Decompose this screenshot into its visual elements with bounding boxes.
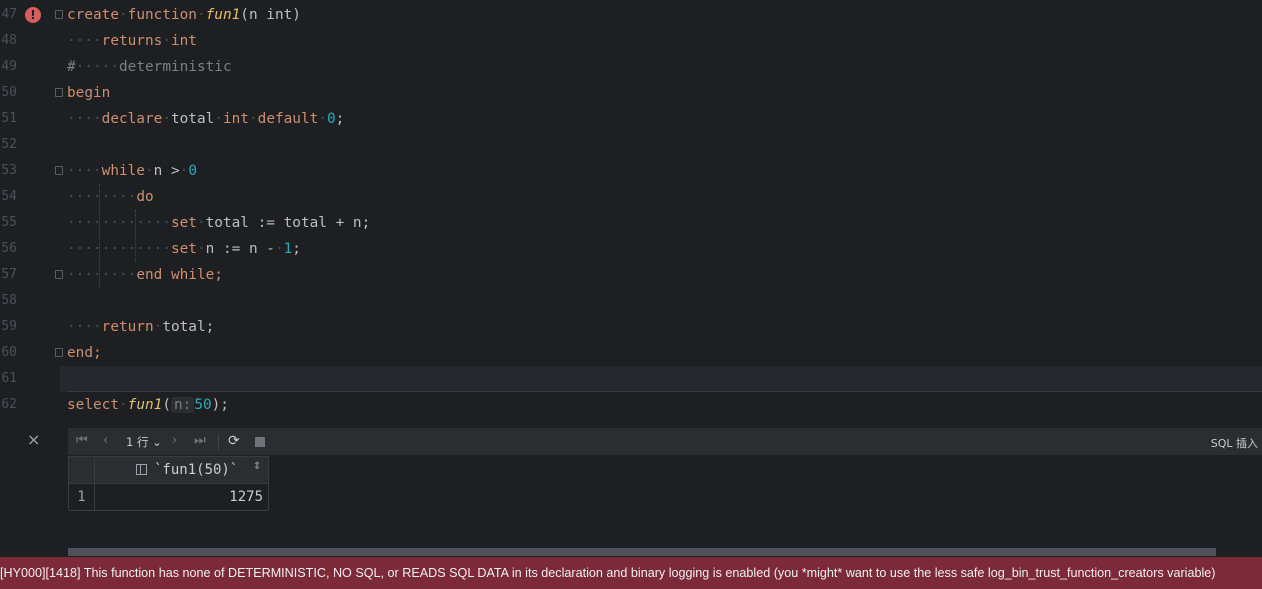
table-row[interactable]: 1 1275	[69, 484, 268, 511]
row-count-dropdown[interactable]: 1 行 ⌄	[126, 434, 162, 450]
code-line-47[interactable]: 47 ! create·function·fun1(n int)	[0, 2, 1262, 28]
fold-toggle-icon[interactable]	[55, 348, 63, 357]
line-number: 54	[1, 189, 17, 204]
line-number: 51	[1, 111, 17, 126]
fold-toggle-icon[interactable]	[55, 166, 63, 175]
row-number: 1	[69, 484, 95, 510]
line-number: 61	[1, 371, 17, 386]
code-text: ····while·n >·0	[67, 163, 197, 179]
line-number: 53	[1, 163, 17, 178]
line-61-gutter: 61	[0, 366, 60, 392]
code-text: ····returns·int	[67, 33, 197, 49]
refresh-icon[interactable]: ⟳	[228, 433, 240, 449]
code-line-49[interactable]: 49 #·····deterministic	[0, 54, 1262, 80]
code-text: ········end while;	[67, 267, 223, 283]
grid-header: `fun1(50)` ⇕	[69, 457, 268, 484]
line-number: 50	[1, 85, 17, 100]
code-line-59[interactable]: 59 ····return·total;	[0, 314, 1262, 340]
horizontal-scrollbar[interactable]	[68, 548, 1216, 556]
sql-insert-mode-dropdown[interactable]: SQL 插入	[1211, 435, 1258, 451]
last-page-icon[interactable]: ⏭	[194, 434, 206, 448]
code-line-56[interactable]: 56 ············set·n := n -·1;	[0, 236, 1262, 262]
stop-icon[interactable]	[255, 437, 265, 447]
line-number: 60	[1, 345, 17, 360]
line-number: 62	[1, 397, 17, 412]
table-cell[interactable]: 1275	[95, 484, 263, 510]
results-panel: × ⏮ ‹ 1 行 ⌄ › ⏭ ⟳ SQL 插入 `fun1(50)` ⇕ 1 …	[0, 427, 1262, 557]
code-comment: #·····deterministic	[67, 59, 232, 75]
first-page-icon[interactable]: ⏮	[76, 434, 88, 448]
code-line-62[interactable]: 62 select·fun1(n: 50);	[0, 392, 1262, 418]
sort-icon[interactable]: ⇕	[253, 461, 261, 472]
code-line-50[interactable]: 50 begin	[0, 80, 1262, 106]
fold-toggle-icon[interactable]	[55, 10, 63, 19]
line-number: 56	[1, 241, 17, 256]
sql-editor[interactable]: 47 ! create·function·fun1(n int) 48 ····…	[0, 0, 1262, 427]
column-icon	[136, 464, 147, 475]
code-line-60[interactable]: 60 end;	[0, 340, 1262, 366]
row-number-header	[69, 457, 95, 483]
code-line-58[interactable]: 58	[0, 288, 1262, 314]
line-number: 47	[1, 7, 17, 22]
code-line-51[interactable]: 51 ····declare·total·int·default·0;	[0, 106, 1262, 132]
result-grid: `fun1(50)` ⇕ 1 1275	[68, 456, 269, 511]
code-text: create·function·fun1(n int)	[67, 7, 301, 23]
next-page-icon[interactable]: ›	[172, 434, 177, 448]
code-line-52[interactable]: 52	[0, 132, 1262, 158]
line-number: 58	[1, 293, 17, 308]
code-text: end;	[67, 345, 102, 361]
code-line-53[interactable]: 53 ····while·n >·0	[0, 158, 1262, 184]
code-line-54[interactable]: 54 ········do	[0, 184, 1262, 210]
code-text: ············set·total := total + n;	[67, 215, 371, 231]
previous-page-icon[interactable]: ‹	[103, 434, 108, 448]
code-line-55[interactable]: 55 ············set·total := total + n;	[0, 210, 1262, 236]
code-line-57[interactable]: 57 ········end while;	[0, 262, 1262, 288]
code-text: ····declare·total·int·default·0;	[67, 111, 345, 127]
code-text: select·fun1(n: 50);	[67, 397, 229, 413]
code-text: ············set·n := n -·1;	[67, 241, 301, 257]
error-marker-icon[interactable]: !	[25, 7, 41, 23]
code-line-48[interactable]: 48 ····returns·int	[0, 28, 1262, 54]
line-number: 57	[1, 267, 17, 282]
code-text: ········do	[67, 189, 154, 205]
error-message-bar: [HY000][1418] This function has none of …	[0, 557, 1262, 589]
line-number: 52	[1, 137, 17, 152]
line-number: 48	[1, 33, 17, 48]
toolbar-divider	[218, 434, 219, 450]
line-number: 49	[1, 59, 17, 74]
code-text: ····return·total;	[67, 319, 215, 335]
code-line-61[interactable]	[60, 366, 1262, 392]
line-number: 59	[1, 319, 17, 334]
close-icon[interactable]: ×	[27, 430, 40, 449]
line-number: 55	[1, 215, 17, 230]
column-header[interactable]: `fun1(50)`	[154, 457, 238, 483]
fold-toggle-icon[interactable]	[55, 270, 63, 279]
parameter-hint: n:	[170, 397, 195, 413]
code-text: begin	[67, 85, 111, 101]
results-toolbar: ⏮ ‹ 1 行 ⌄ › ⏭ ⟳ SQL 插入	[68, 428, 1262, 455]
fold-toggle-icon[interactable]	[55, 88, 63, 97]
